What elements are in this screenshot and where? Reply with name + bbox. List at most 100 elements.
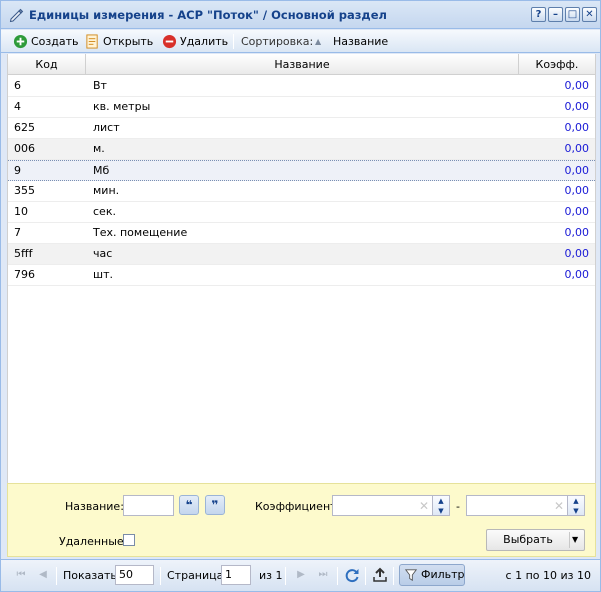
cell-name: час [93, 247, 113, 260]
page-label: Страница [167, 569, 224, 582]
cell-code: 355 [14, 184, 35, 197]
create-button[interactable]: Создать [13, 33, 79, 50]
coef-to-input[interactable]: ✕ [466, 495, 568, 516]
chevron-down-icon[interactable]: ▼ [572, 530, 578, 550]
deleted-checkbox[interactable] [123, 534, 135, 546]
document-icon [86, 34, 98, 49]
prev-page-icon[interactable]: ◀ [35, 567, 51, 583]
cell-code: 625 [14, 121, 35, 134]
select-split-button[interactable]: Выбрать ▼ [486, 529, 585, 551]
page-count-label: из 1 [259, 569, 283, 582]
cell-coef: 0,00 [564, 205, 590, 218]
select-button-label: Выбрать [503, 533, 553, 546]
table-row-selected[interactable]: 9 Мб 0,00 [8, 160, 595, 181]
cell-code: 6 [14, 79, 21, 92]
units-window: Единицы измерения - АСР "Поток" / Основн… [0, 0, 601, 592]
table-row[interactable]: 625 лист 0,00 [8, 118, 595, 139]
units-grid: Код Название Коэфф. 6 Вт 0,00 4 кв. метр… [7, 54, 596, 483]
table-row[interactable]: 6 Вт 0,00 [8, 76, 595, 97]
cell-coef: 0,00 [564, 100, 590, 113]
next-page-icon[interactable]: ▶ [293, 567, 309, 583]
name-filter-input[interactable] [123, 495, 174, 516]
open-label: Открыть [103, 35, 154, 48]
last-page-icon[interactable]: ⏭ [315, 567, 331, 583]
filter-panel: Название: ❝ ❞ Коэффициент: ✕ ▲ ▼ - ✕ ▲ ▼ У… [7, 483, 596, 557]
column-header-code[interactable]: Код [8, 54, 86, 75]
cell-name: Тех. помещение [93, 226, 188, 239]
cell-coef: 0,00 [564, 121, 590, 134]
pager-separator [337, 567, 338, 585]
cell-coef: 0,00 [564, 79, 590, 92]
column-header-coef[interactable]: Коэфф. [519, 54, 595, 75]
delete-label: Удалить [180, 35, 229, 48]
table-row[interactable]: 796 шт. 0,00 [8, 265, 595, 286]
toolbar-separator [233, 34, 234, 49]
cell-name: сек. [93, 205, 116, 218]
create-label: Создать [31, 35, 79, 48]
help-button[interactable]: ? [531, 7, 546, 22]
table-row[interactable]: 5fff час 0,00 [8, 244, 595, 265]
table-row[interactable]: 10 сек. 0,00 [8, 202, 595, 223]
cell-name: Мб [93, 164, 110, 177]
page-number-value: 1 [225, 568, 232, 581]
name-filter-label: Название: [65, 500, 124, 513]
pager-separator [365, 567, 366, 585]
cell-code: 5fff [14, 247, 33, 260]
close-button[interactable]: ✕ [582, 7, 597, 22]
cell-code: 7 [14, 226, 21, 239]
filter-toggle-button[interactable]: Фильтр [399, 564, 465, 586]
cell-coef: 0,00 [564, 164, 590, 177]
close-quote-button[interactable]: ❞ [205, 495, 225, 515]
open-quote-button[interactable]: ❝ [179, 495, 199, 515]
clear-icon[interactable]: ✕ [419, 499, 429, 513]
cell-name: Вт [93, 79, 107, 92]
table-row[interactable]: 006 м. 0,00 [8, 139, 595, 160]
open-button[interactable]: Открыть [85, 33, 153, 50]
paging-toolbar: ⏮ ◀ Показать 50 Страница 1 из 1 ▶ ⏭ Филь… [1, 559, 600, 591]
coef-from-spinner[interactable]: ▲ ▼ [433, 495, 450, 516]
table-row[interactable]: 7 Тех. помещение 0,00 [8, 223, 595, 244]
cell-name: кв. метры [93, 100, 151, 113]
refresh-icon[interactable] [344, 567, 360, 583]
table-row[interactable]: 355 мин. 0,00 [8, 181, 595, 202]
title-bar: Единицы измерения - АСР "Поток" / Основн… [1, 1, 600, 29]
coef-from-input[interactable]: ✕ [332, 495, 433, 516]
pencil-icon [9, 8, 24, 23]
maximize-button[interactable]: □ [565, 7, 580, 22]
deleted-filter-label: Удаленные: [59, 535, 128, 548]
sort-field-button[interactable]: ▲ Название [315, 33, 388, 50]
page-size-label: Показать [63, 569, 117, 582]
minimize-button[interactable]: – [548, 7, 563, 22]
delete-icon [162, 34, 177, 49]
pager-separator [285, 567, 286, 585]
cell-coef: 0,00 [564, 247, 590, 260]
split-divider [569, 532, 570, 548]
export-icon[interactable] [372, 567, 388, 583]
pager-separator [393, 567, 394, 585]
paging-summary: с 1 по 10 из 10 [505, 569, 591, 582]
cell-name: шт. [93, 268, 113, 281]
cell-coef: 0,00 [564, 226, 590, 239]
first-page-icon[interactable]: ⏮ [13, 567, 29, 583]
page-number-input[interactable]: 1 [221, 565, 251, 585]
table-row[interactable]: 4 кв. метры 0,00 [8, 97, 595, 118]
page-size-value: 50 [119, 568, 133, 581]
range-dash: - [456, 500, 460, 513]
toolbar: Создать Открыть Удалить Сортировка: ▲ На… [1, 30, 600, 53]
page-size-input[interactable]: 50 [115, 565, 154, 585]
clear-icon[interactable]: ✕ [554, 499, 564, 513]
cell-coef: 0,00 [564, 184, 590, 197]
sort-label: Сортировка: [241, 35, 314, 48]
window-title: Единицы измерения - АСР "Поток" / Основн… [29, 8, 387, 22]
add-icon [13, 34, 28, 49]
cell-name: лист [93, 121, 120, 134]
cell-code: 10 [14, 205, 28, 218]
coef-filter-label: Коэффициент: [255, 500, 341, 513]
funnel-icon [404, 569, 418, 582]
coef-to-spinner[interactable]: ▲ ▼ [568, 495, 585, 516]
column-header-name[interactable]: Название [86, 54, 519, 75]
delete-button[interactable]: Удалить [162, 33, 228, 50]
cell-name: м. [93, 142, 105, 155]
filter-toggle-label: Фильтр [421, 568, 465, 581]
cell-code: 796 [14, 268, 35, 281]
